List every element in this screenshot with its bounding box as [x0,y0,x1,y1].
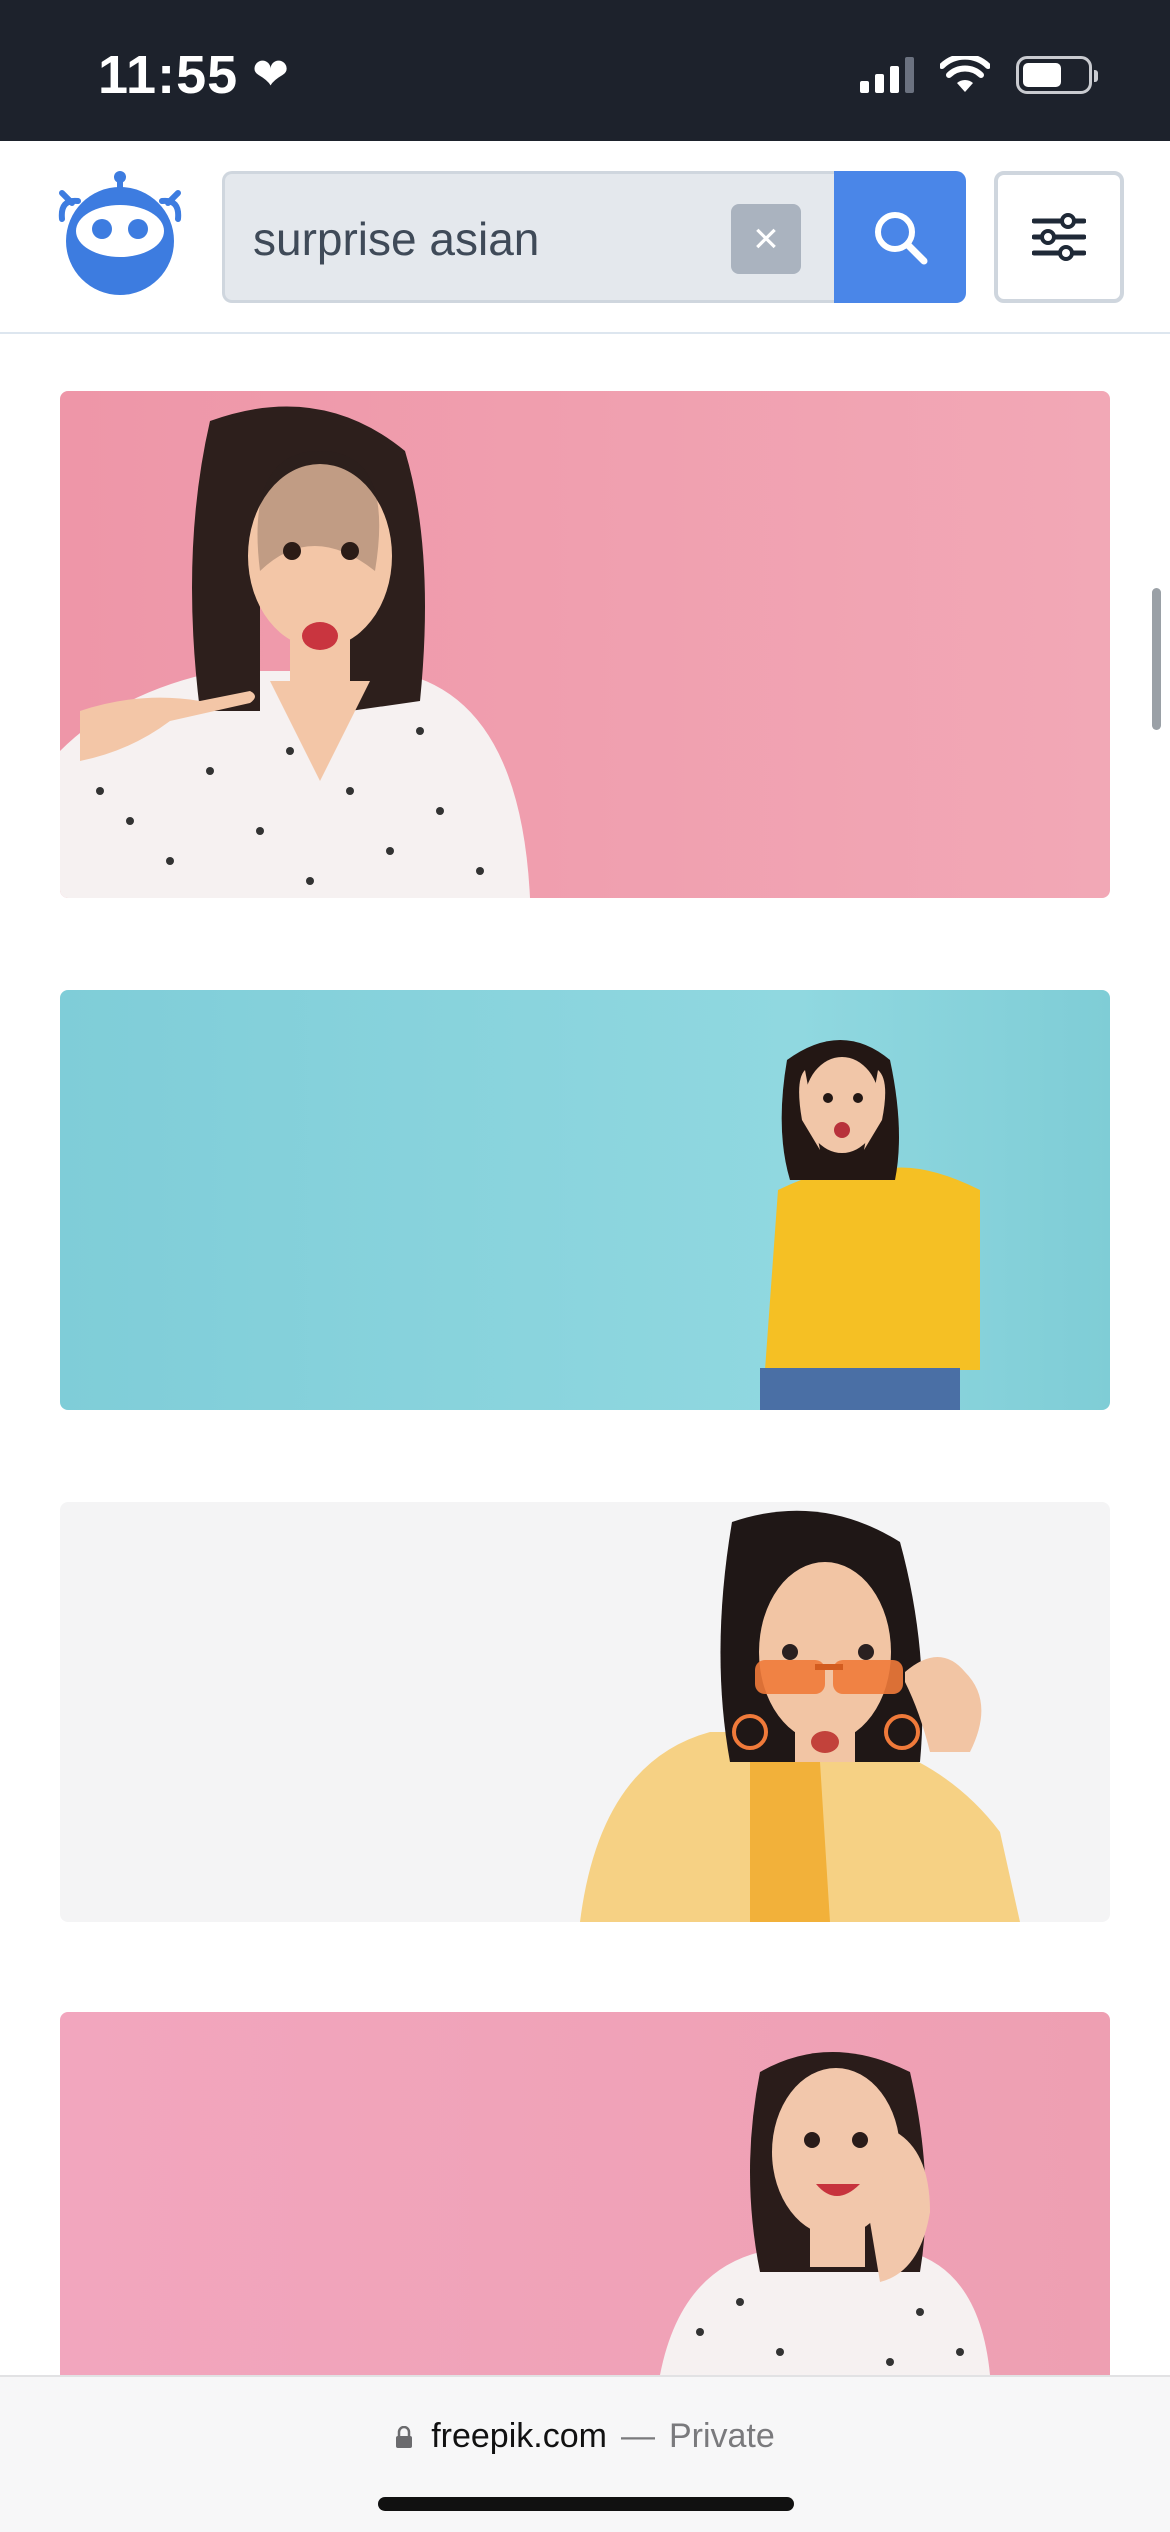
close-icon: × [753,214,779,263]
address-separator: — [620,2417,655,2455]
status-time-group: 11:55 ❤ [98,44,290,106]
result-image-2[interactable] [60,990,1110,1410]
status-icons [860,56,1098,94]
search-query-text[interactable]: surprise asian [253,212,539,266]
result-image-3[interactable] [60,1502,1110,1922]
home-indicator[interactable] [378,2497,794,2511]
photo-surprised-woman-pointing [60,391,1110,898]
heart-icon: ❤ [252,50,291,99]
clear-search-button[interactable]: × [731,204,801,274]
search-input[interactable]: surprise asian × [222,171,836,303]
battery-icon [1016,56,1098,94]
status-time: 11:55 [98,45,239,105]
result-image-4[interactable] [60,2012,1110,2375]
sliders-icon [1032,213,1086,261]
freepik-robot-logo[interactable] [58,169,182,299]
private-mode-label: Private [668,2417,775,2455]
filter-button[interactable] [994,171,1124,303]
page-scrollbar[interactable] [1152,588,1161,730]
search-header: surprise asian × [0,141,1170,334]
photo-surprised-woman-yellow-sweater [60,990,1110,1410]
address-domain: freepik.com [431,2417,607,2455]
photo-surprised-woman-hand-cheek [60,2012,1110,2375]
wifi-icon [940,56,990,92]
search-button[interactable] [834,171,966,303]
result-image-1[interactable] [60,391,1110,898]
browser-address-bar[interactable]: freepik.com — Private [0,2375,1170,2532]
cellular-signal-icon [860,57,914,93]
lock-icon [396,2425,413,2448]
search-icon [875,212,928,265]
status-bar: 11:55 ❤ [0,0,1170,141]
address-display[interactable]: freepik.com — Private [0,2417,1170,2456]
photo-surprised-woman-sunglasses [60,1502,1110,1922]
